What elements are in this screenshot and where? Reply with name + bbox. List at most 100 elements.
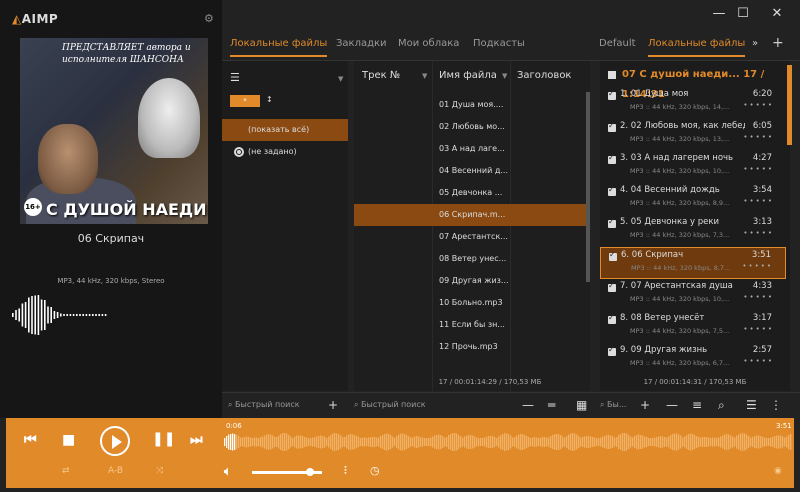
- waveform-bar: [270, 434, 272, 450]
- close-icon[interactable]: ✕: [762, 6, 792, 21]
- table-row[interactable]: 10 Больно.mp3: [354, 292, 586, 314]
- remove-track-icon[interactable]: —: [666, 398, 678, 412]
- sort-menu-icon[interactable]: ≡: [692, 398, 702, 412]
- table-row[interactable]: 04 Весенний д...: [354, 160, 586, 182]
- tab-playlist-local-files[interactable]: Локальные файлы: [648, 38, 746, 57]
- checkbox-icon[interactable]: [608, 89, 616, 100]
- waveform-bar: [328, 436, 330, 448]
- playlist-item[interactable]: 2. 02 Любовь моя, как лебеди 6:05MP3 :: 4…: [600, 119, 786, 151]
- checkbox-icon[interactable]: [608, 313, 616, 324]
- playlist-item[interactable]: 1. 01 Душа моя 6:20MP3 :: 44 kHz, 320 kbp…: [600, 87, 786, 119]
- tab-playlist-default[interactable]: Default: [599, 38, 636, 49]
- playlist-header[interactable]: 07 С душой наеди... 17 / 1:14:31: [600, 65, 790, 100]
- menu-icon[interactable]: ☰: [230, 71, 240, 84]
- stop-icon[interactable]: ■: [62, 432, 75, 448]
- add-track-icon[interactable]: +: [640, 398, 650, 412]
- volume-icon[interactable]: 🔈︎: [224, 464, 231, 479]
- rating-dots[interactable]: •••••: [743, 229, 774, 237]
- table-row[interactable]: 01 Душа моя....: [354, 94, 586, 116]
- playlist-item[interactable]: 8. 08 Ветер унесёт 3:17MP3 :: 44 kHz, 320…: [600, 311, 786, 343]
- grid-view-icon[interactable]: ▦: [576, 398, 587, 412]
- table-row[interactable]: 09 Другая жиз...: [354, 270, 586, 292]
- filter-icon[interactable]: ▼: [422, 72, 427, 80]
- add-playlist-icon[interactable]: +: [772, 35, 784, 51]
- sort-icon[interactable]: ↕: [266, 95, 273, 104]
- tabs-more-icon[interactable]: »: [752, 38, 758, 49]
- rating-dots[interactable]: •••••: [743, 133, 774, 141]
- waveform-bar: [272, 435, 274, 449]
- playlist-item[interactable]: 9. 09 Другая жизнь 2:57MP3 :: 44 kHz, 320…: [600, 343, 786, 375]
- tab-bookmarks[interactable]: Закладки: [336, 38, 387, 49]
- table-row[interactable]: 03 А над лаге...: [354, 138, 586, 160]
- rating-dots[interactable]: •••••: [742, 262, 773, 270]
- waveform-bar: [330, 435, 332, 449]
- playlist-menu-icon[interactable]: ☰: [746, 398, 757, 412]
- playlist-scrollbar[interactable]: [787, 65, 792, 145]
- waveform-bar: [780, 435, 782, 449]
- table-row[interactable]: 11 Если бы зн...: [354, 314, 586, 336]
- table-row[interactable]: 06 Скрипач.m...: [354, 204, 586, 226]
- rating-dots[interactable]: •••••: [743, 357, 774, 365]
- shuffle-icon[interactable]: ⤨: [156, 466, 163, 476]
- pause-icon[interactable]: ❚❚: [152, 431, 175, 447]
- checkbox-icon[interactable]: [608, 345, 616, 356]
- checkbox-icon[interactable]: [608, 217, 616, 228]
- playlist-item[interactable]: 5. 05 Девчонка у реки 3:13MP3 :: 44 kHz, …: [600, 215, 786, 247]
- playlist-item[interactable]: 4. 04 Весенний дождь 3:54MP3 :: 44 kHz, 3…: [600, 183, 786, 215]
- playlist-item[interactable]: 6. 06 Скрипач 3:51MP3 :: 44 kHz, 320 kbps…: [600, 247, 786, 279]
- filter-item-show-all[interactable]: (показать всё): [222, 119, 348, 141]
- ab-repeat-button[interactable]: A-B: [108, 466, 123, 476]
- column-track-no[interactable]: Трек №: [362, 61, 400, 91]
- repeat-icon[interactable]: ⇄: [62, 466, 70, 476]
- checkbox-icon[interactable]: [609, 250, 617, 261]
- rating-dots[interactable]: •••••: [743, 101, 774, 109]
- table-row[interactable]: 07 Арестантск...: [354, 226, 586, 248]
- search-box-grid[interactable]: ⌕ Быстрый поиск: [354, 400, 426, 410]
- broadcast-icon[interactable]: ◉: [774, 466, 782, 476]
- search-box-library[interactable]: ⌕ Быстрый поиск: [228, 400, 300, 410]
- playlist-item[interactable]: 3. 03 А над лагерем ночь 4:27MP3 :: 44 kH…: [600, 151, 786, 183]
- expand-icon[interactable]: ═: [548, 398, 555, 412]
- filter-icon[interactable]: ▼: [502, 72, 507, 80]
- playlist-options-icon[interactable]: ⋮: [770, 398, 782, 412]
- column-filename[interactable]: Имя файла: [439, 61, 497, 91]
- table-row[interactable]: 05 Девчонка ...: [354, 182, 586, 204]
- collapse-icon[interactable]: —: [522, 398, 534, 412]
- seek-waveform[interactable]: [224, 431, 792, 453]
- tab-podcasts[interactable]: Подкасты: [473, 38, 525, 49]
- rating-dots[interactable]: •••••: [743, 325, 774, 333]
- search-box-playlist[interactable]: ⌕ Бы...: [600, 400, 626, 410]
- checkbox-icon[interactable]: [608, 121, 616, 132]
- tab-my-clouds[interactable]: Мои облака: [398, 38, 459, 49]
- timer-icon[interactable]: ◷: [370, 464, 380, 477]
- waveform-bar: [530, 438, 532, 446]
- rating-dots[interactable]: •••••: [743, 293, 774, 301]
- checkbox-icon[interactable]: [608, 185, 616, 196]
- previous-icon[interactable]: ⏮: [24, 432, 37, 448]
- add-icon[interactable]: +: [328, 398, 338, 412]
- rating-dots[interactable]: •••••: [743, 197, 774, 205]
- filter-pill[interactable]: *: [230, 95, 260, 107]
- checkbox-icon[interactable]: [608, 153, 616, 164]
- play-button[interactable]: [100, 426, 130, 456]
- chevron-down-icon[interactable]: ▼: [338, 75, 343, 83]
- settings-gear-icon[interactable]: ⚙: [204, 12, 214, 25]
- playlist-item[interactable]: 7. 07 Арестантская душа 4:33MP3 :: 44 kHz…: [600, 279, 786, 311]
- playlist-search-icon[interactable]: ⌕: [718, 398, 725, 413]
- table-row[interactable]: 02 Любовь мо...: [354, 116, 586, 138]
- volume-knob[interactable]: [306, 468, 314, 476]
- equalizer-icon[interactable]: ⫶: [344, 464, 347, 478]
- table-row[interactable]: 08 Ветер унес...: [354, 248, 586, 270]
- checkbox-icon[interactable]: [608, 71, 616, 79]
- next-icon[interactable]: ⏭: [190, 432, 203, 448]
- table-row[interactable]: 12 Прочь.mp3: [354, 336, 586, 358]
- track-meta: MP3 :: 44 kHz, 320 kbps, 7,5...: [630, 327, 730, 335]
- tab-local-files[interactable]: Локальные файлы: [230, 38, 328, 57]
- maximize-icon[interactable]: ☐: [728, 6, 758, 21]
- column-title[interactable]: Заголовок: [517, 61, 571, 91]
- filter-item-unset[interactable]: (не задано): [222, 141, 348, 163]
- grid-scrollbar[interactable]: [586, 92, 590, 282]
- rating-dots[interactable]: •••••: [743, 165, 774, 173]
- checkbox-icon[interactable]: [608, 281, 616, 292]
- waveform-bar: [454, 433, 456, 451]
